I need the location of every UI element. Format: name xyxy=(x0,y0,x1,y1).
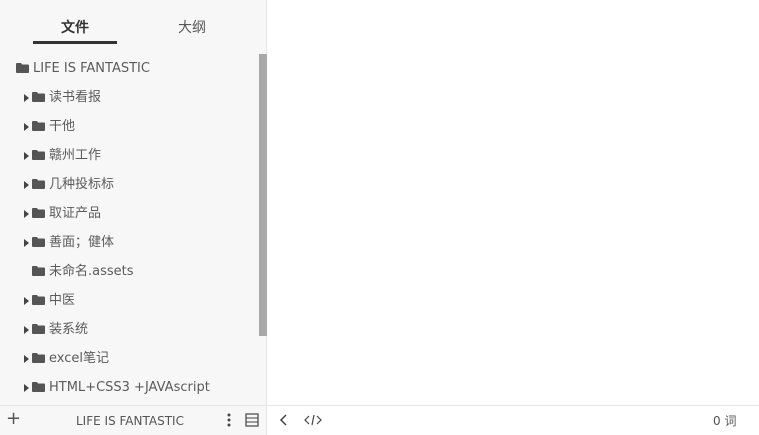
folder-icon xyxy=(32,208,45,218)
tree-root-label: LIFE IS FANTASTIC xyxy=(33,61,150,76)
tree-item-label: 取证产品 xyxy=(49,206,102,221)
folder-icon xyxy=(32,121,45,131)
tree-item-label: 干他 xyxy=(49,119,76,134)
folder-icon xyxy=(32,353,45,363)
expand-arrow-icon[interactable] xyxy=(24,94,29,102)
folder-icon xyxy=(32,150,45,160)
expand-arrow-icon[interactable] xyxy=(24,326,29,334)
source-code-icon[interactable] xyxy=(304,413,322,427)
status-bar: + LIFE IS FANTASTIC 0 词 xyxy=(0,405,759,435)
folder-icon xyxy=(32,179,45,189)
sidebar-tabs: 文件 大纲 xyxy=(0,0,267,52)
tree-item-label: 赣州工作 xyxy=(49,148,102,163)
folder-icon xyxy=(32,382,45,392)
expand-arrow-icon[interactable] xyxy=(24,210,29,218)
expand-arrow-icon[interactable] xyxy=(24,152,29,160)
folder-icon xyxy=(16,63,29,73)
active-tab-indicator xyxy=(33,41,117,44)
tree-item-label: 中医 xyxy=(49,293,76,308)
more-vertical-icon[interactable] xyxy=(225,412,233,428)
app-window: 文件 大纲 LIFE IS FANTASTIC 读书看报 干他 赣州工作 几种投… xyxy=(0,0,759,435)
expand-arrow-icon[interactable] xyxy=(24,239,29,247)
folder-icon xyxy=(32,266,45,276)
tree-item-label: 未命名.assets xyxy=(49,264,134,279)
expand-arrow-icon[interactable] xyxy=(24,355,29,363)
word-count[interactable]: 0 词 xyxy=(713,414,736,428)
folder-icon xyxy=(32,324,45,334)
expand-arrow-icon[interactable] xyxy=(24,181,29,189)
editor-area[interactable] xyxy=(268,0,759,405)
current-folder-name: LIFE IS FANTASTIC xyxy=(76,414,184,428)
tree-item-label: excel笔记 xyxy=(49,351,109,366)
folder-icon xyxy=(32,295,45,305)
tree-item-label: 装系统 xyxy=(49,322,89,337)
sidebar-footer: + LIFE IS FANTASTIC xyxy=(0,406,267,435)
tree-item-label: 善面；健体 xyxy=(49,235,115,250)
tab-outline[interactable]: 大纲 xyxy=(178,17,206,37)
add-file-button[interactable]: + xyxy=(6,409,21,429)
tree-item-label: 几种投标标 xyxy=(49,177,115,192)
tree-item-label: HTML+CSS3 +JAVAscript xyxy=(49,380,210,395)
folder-icon xyxy=(32,92,45,102)
layout-icon[interactable] xyxy=(245,413,259,427)
file-tree: LIFE IS FANTASTIC 读书看报 干他 赣州工作 几种投标标 取证产… xyxy=(0,54,258,404)
tab-files[interactable]: 文件 xyxy=(61,17,89,37)
chevron-left-icon[interactable] xyxy=(279,413,289,427)
sidebar-scrollbar[interactable] xyxy=(259,54,267,336)
file-sidebar: 文件 大纲 LIFE IS FANTASTIC 读书看报 干他 赣州工作 几种投… xyxy=(0,0,267,435)
expand-arrow-icon[interactable] xyxy=(24,123,29,131)
folder-icon xyxy=(32,237,45,247)
expand-arrow-icon[interactable] xyxy=(24,297,29,305)
expand-arrow-icon[interactable] xyxy=(24,384,29,392)
tree-item-label: 读书看报 xyxy=(49,90,102,105)
